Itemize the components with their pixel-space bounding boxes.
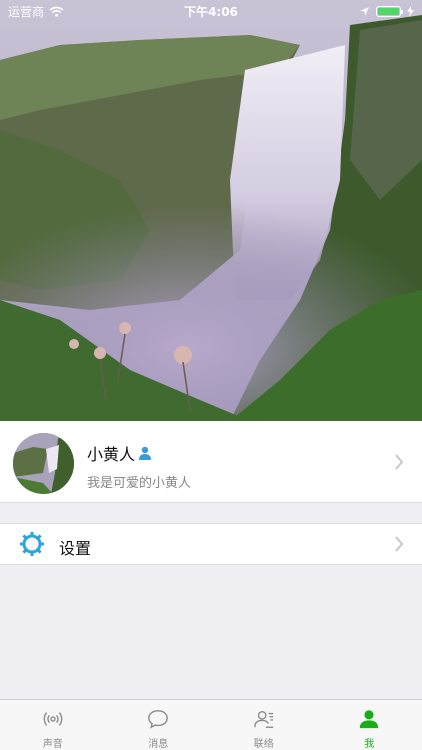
tab-label: 消息 xyxy=(148,739,169,750)
chevron-right-icon xyxy=(395,536,404,552)
tab-messages[interactable]: 消息 xyxy=(106,700,212,750)
battery-icon xyxy=(376,5,403,17)
tab-me[interactable]: 我 xyxy=(317,700,422,750)
person-icon xyxy=(360,710,379,729)
broadcast-icon xyxy=(43,712,63,726)
profile-row[interactable]: 小黄人 我是可爱的小黄人 xyxy=(0,421,422,503)
tab-bar: 声音 消息 联络 我 xyxy=(0,699,422,750)
avatar[interactable] xyxy=(13,433,74,494)
profile-name: 小黄人 xyxy=(87,441,153,465)
settings-row[interactable]: 设置 xyxy=(0,523,422,565)
status-right xyxy=(359,5,414,17)
status-bar: 运营商 下午4:06 xyxy=(0,0,422,22)
tab-label: 我 xyxy=(364,739,375,750)
tab-sound[interactable]: 声音 xyxy=(0,700,106,750)
profile-subtitle: 我是可爱的小黄人 xyxy=(87,476,192,491)
carrier-label: 运营商 xyxy=(8,4,45,19)
profile-name-text: 小黄人 xyxy=(87,445,136,464)
tab-label: 联络 xyxy=(253,739,274,750)
status-left: 运营商 xyxy=(8,3,64,20)
waterfall-scene xyxy=(0,0,422,421)
location-arrow-icon xyxy=(360,6,369,16)
tab-contacts[interactable]: 联络 xyxy=(211,700,317,750)
gear-icon xyxy=(20,532,44,556)
wifi-icon xyxy=(49,6,64,17)
avatar-image xyxy=(13,433,74,494)
contacts-icon xyxy=(253,710,273,728)
charging-bolt-icon xyxy=(407,5,414,17)
battery-level xyxy=(378,7,399,15)
profile-cover-image xyxy=(0,0,422,421)
chat-bubble-icon xyxy=(148,710,169,729)
settings-label: 设置 xyxy=(59,539,92,558)
person-badge-icon xyxy=(139,446,152,460)
tab-label: 声音 xyxy=(42,739,63,750)
chevron-right-icon xyxy=(395,454,404,470)
